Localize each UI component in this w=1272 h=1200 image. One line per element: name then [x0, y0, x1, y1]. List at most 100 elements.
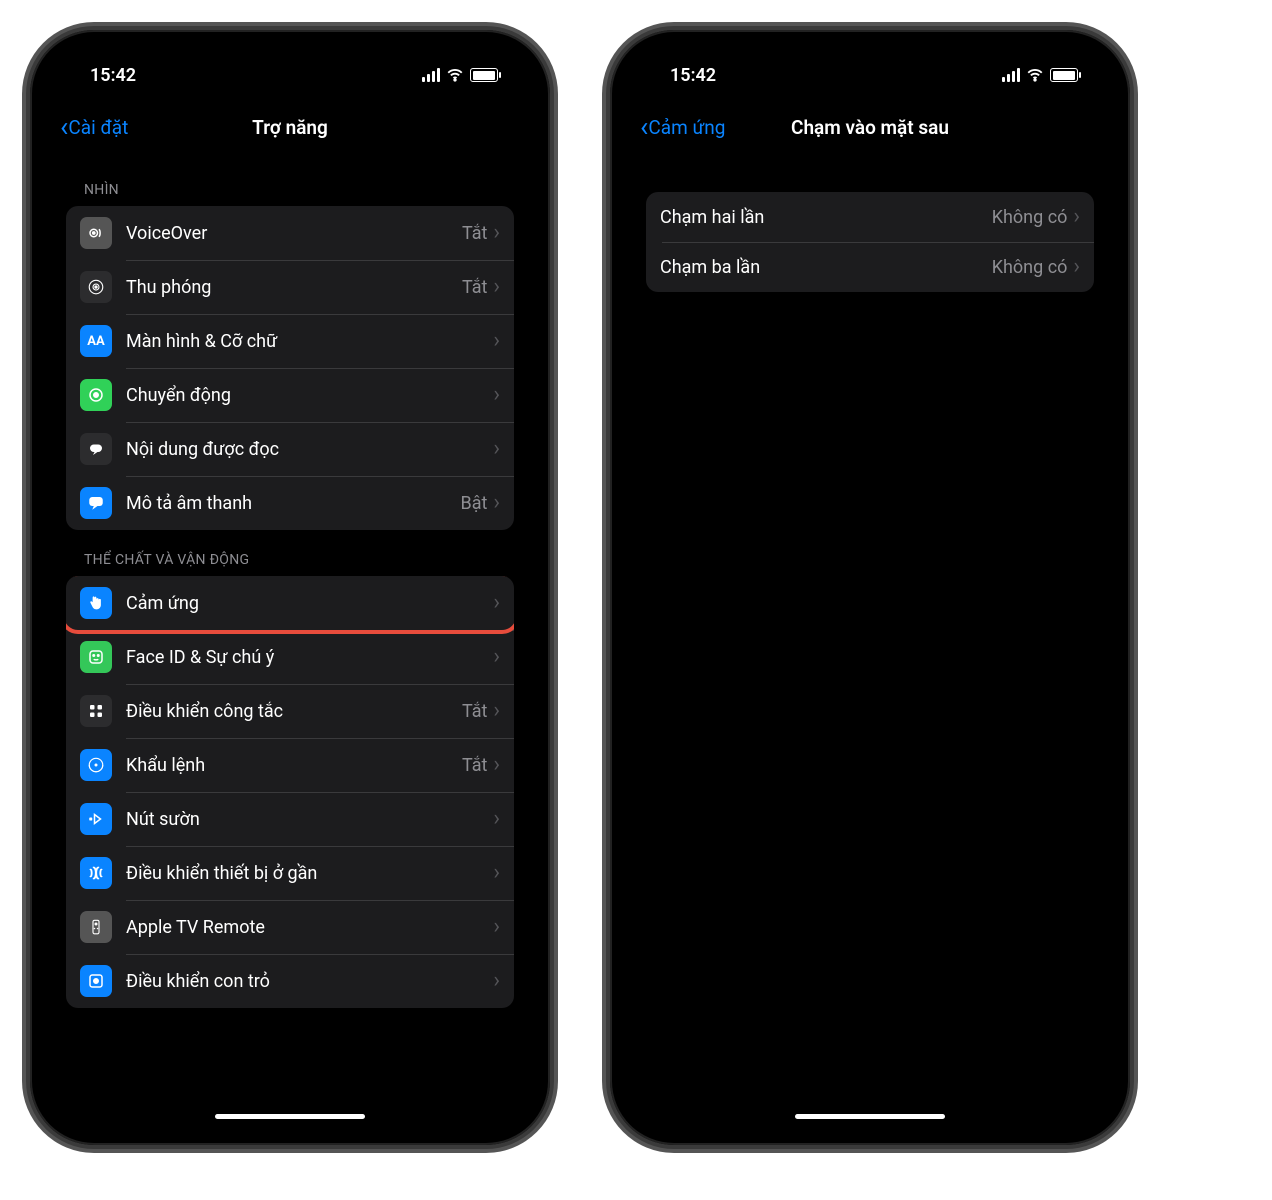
- row-touch[interactable]: Cảm ứng›: [66, 576, 514, 630]
- row-triple-tap[interactable]: Chạm ba lầnKhông có›: [646, 242, 1094, 292]
- back-button[interactable]: ‹ Cảm ứng: [640, 113, 725, 141]
- row-value: Bật: [460, 493, 487, 514]
- chevron-right-icon: ›: [493, 700, 500, 722]
- row-value: Tắt: [462, 755, 487, 776]
- nav-bar: ‹ Cảm ứng Chạm vào mặt sau: [628, 102, 1112, 152]
- content-left[interactable]: NHÌNVoiceOverTắt›Thu phóngTắt›AAMàn hình…: [48, 152, 532, 1127]
- aa-icon: AA: [80, 325, 112, 357]
- chevron-right-icon: ›: [1073, 256, 1080, 278]
- row-label: Mô tả âm thanh: [126, 493, 460, 514]
- page-title: Trợ năng: [252, 116, 328, 139]
- zoom-icon: [80, 271, 112, 303]
- row-label: Điều khiển thiết bị ở gần: [126, 863, 493, 884]
- speech-icon: [80, 433, 112, 465]
- row-label: Apple TV Remote: [126, 917, 493, 938]
- section-header: NHÌN: [66, 152, 514, 206]
- chevron-left-icon: ‹: [60, 113, 68, 141]
- chevron-right-icon: ›: [493, 754, 500, 776]
- row-label: Nút sườn: [126, 809, 493, 830]
- row-label: Nội dung được đọc: [126, 439, 493, 460]
- screen-right: 15:42 ‹ Cảm ứng Chạm vào mặt sau Chạm ha…: [628, 48, 1112, 1127]
- chevron-right-icon: ›: [493, 646, 500, 668]
- row-value: Tắt: [462, 223, 487, 244]
- row-label: Chạm hai lần: [660, 207, 992, 228]
- row-label: Thu phóng: [126, 277, 462, 298]
- row-label: VoiceOver: [126, 223, 462, 244]
- row-label: Chạm ba lần: [660, 257, 992, 278]
- chevron-right-icon: ›: [493, 330, 500, 352]
- row-zoom[interactable]: Thu phóngTắt›: [66, 260, 514, 314]
- row-nearby-control[interactable]: Điều khiển thiết bị ở gần›: [66, 846, 514, 900]
- status-time: 15:42: [90, 65, 136, 86]
- cellular-icon: [422, 68, 440, 82]
- row-voiceover[interactable]: VoiceOverTắt ›: [66, 206, 514, 260]
- chevron-right-icon: ›: [493, 592, 500, 614]
- hand-icon: [80, 587, 112, 619]
- settings-list: VoiceOverTắt›Thu phóngTắt›AAMàn hình & C…: [66, 206, 514, 530]
- row-value: Tắt: [462, 701, 487, 722]
- row-switch-control[interactable]: Điều khiển công tắcTắt ›: [66, 684, 514, 738]
- chevron-right-icon: ›: [493, 808, 500, 830]
- back-button[interactable]: ‹ Cài đặt: [60, 113, 128, 141]
- row-label: Cảm ứng: [126, 593, 493, 614]
- row-label: Face ID & Sự chú ý: [126, 647, 493, 668]
- notch: [780, 48, 960, 80]
- row-label: Chuyển động: [126, 385, 493, 406]
- bubble-icon: [80, 487, 112, 519]
- notch: [200, 48, 380, 80]
- list-back-tap: Chạm hai lầnKhông có›Chạm ba lầnKhông có…: [646, 192, 1094, 292]
- row-label: Màn hình & Cỡ chữ: [126, 331, 493, 352]
- row-label: Khẩu lệnh: [126, 755, 462, 776]
- row-value: Không có: [992, 257, 1068, 278]
- face-icon: [80, 641, 112, 673]
- screen-left: 15:42 ‹ Cài đặt Trợ năng NHÌNVoiceOverTắ…: [48, 48, 532, 1127]
- remote-icon: [80, 911, 112, 943]
- wifi-icon: [1026, 66, 1044, 84]
- chevron-right-icon: ›: [493, 916, 500, 938]
- row-apple-tv[interactable]: Apple TV Remote›: [66, 900, 514, 954]
- settings-list: Cảm ứng›Face ID & Sự chú ý›Điều khiển cô…: [66, 576, 514, 1008]
- row-double-tap[interactable]: Chạm hai lầnKhông có›: [646, 192, 1094, 242]
- row-motion[interactable]: Chuyển động›: [66, 368, 514, 422]
- cellular-icon: [1002, 68, 1020, 82]
- mic-icon: [80, 749, 112, 781]
- row-voice-control[interactable]: Khẩu lệnhTắt ›: [66, 738, 514, 792]
- battery-icon: [470, 68, 498, 82]
- wifi-icon: [446, 66, 464, 84]
- chevron-right-icon: ›: [1073, 206, 1080, 228]
- waves-icon: [80, 857, 112, 889]
- back-label: Cảm ứng: [648, 116, 725, 139]
- voiceover-icon: [80, 217, 112, 249]
- row-label: Điều khiển con trỏ: [126, 971, 493, 992]
- chevron-right-icon: ›: [493, 862, 500, 884]
- side-icon: [80, 803, 112, 835]
- back-label: Cài đặt: [68, 116, 128, 139]
- row-value: Tắt: [462, 277, 487, 298]
- row-faceid[interactable]: Face ID & Sự chú ý›: [66, 630, 514, 684]
- phone-left: 15:42 ‹ Cài đặt Trợ năng NHÌNVoiceOverTắ…: [30, 30, 550, 1145]
- chevron-right-icon: ›: [493, 492, 500, 514]
- section-header: THỂ CHẤT VÀ VẬN ĐỘNG: [66, 530, 514, 576]
- row-side-button[interactable]: Nút sườn›: [66, 792, 514, 846]
- phone-right: 15:42 ‹ Cảm ứng Chạm vào mặt sau Chạm ha…: [610, 30, 1130, 1145]
- status-indicators: [1002, 66, 1078, 84]
- status-time: 15:42: [670, 65, 716, 86]
- home-indicator[interactable]: [215, 1114, 365, 1119]
- page-title: Chạm vào mặt sau: [791, 116, 949, 139]
- motion-icon: [80, 379, 112, 411]
- row-display-text[interactable]: AA Màn hình & Cỡ chữ›: [66, 314, 514, 368]
- pointer-icon: [80, 965, 112, 997]
- row-value: Không có: [992, 207, 1068, 228]
- chevron-right-icon: ›: [493, 384, 500, 406]
- status-indicators: [422, 66, 498, 84]
- row-audio-desc[interactable]: Mô tả âm thanhBật ›: [66, 476, 514, 530]
- row-label: Điều khiển công tắc: [126, 701, 462, 722]
- grid-icon: [80, 695, 112, 727]
- chevron-right-icon: ›: [493, 438, 500, 460]
- chevron-left-icon: ‹: [640, 113, 648, 141]
- content-right[interactable]: Chạm hai lầnKhông có›Chạm ba lầnKhông có…: [628, 152, 1112, 1127]
- chevron-right-icon: ›: [493, 222, 500, 244]
- row-pointer-control[interactable]: Điều khiển con trỏ›: [66, 954, 514, 1008]
- home-indicator[interactable]: [795, 1114, 945, 1119]
- row-spoken-content[interactable]: Nội dung được đọc›: [66, 422, 514, 476]
